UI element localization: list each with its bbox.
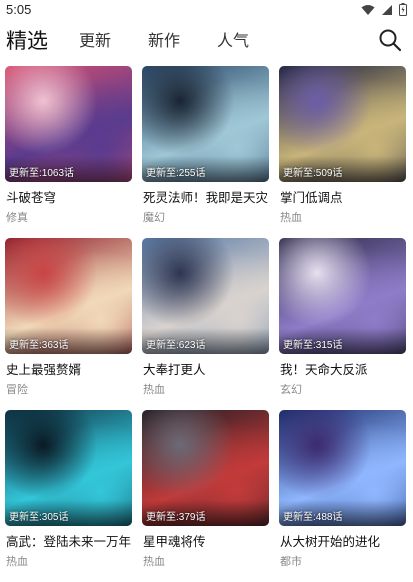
update-badge: 更新至:379话 (146, 512, 206, 523)
comic-genre: 热血 (143, 383, 165, 396)
search-icon[interactable] (378, 28, 402, 52)
comic-title[interactable]: 我！天命大反派 (280, 359, 368, 378)
comic-title[interactable]: 从大树开始的进化 (280, 531, 380, 550)
tab-updates[interactable]: 更新 (79, 27, 111, 51)
comic-cover[interactable]: 更新至:363话 (5, 238, 132, 354)
wifi-icon (361, 4, 375, 15)
update-badge: 更新至:488话 (283, 512, 343, 523)
tab-new[interactable]: 新作 (148, 27, 180, 51)
comic-card[interactable]: 更新至:379话星甲魂将传热血 (142, 410, 269, 576)
comic-genre: 玄幻 (280, 383, 302, 396)
update-badge: 更新至:623话 (146, 340, 206, 351)
comic-card[interactable]: 更新至:623话大奉打更人热血 (142, 238, 269, 404)
comic-title[interactable]: 史上最强赘婿 (6, 359, 81, 378)
comic-cover[interactable]: 更新至:305话 (5, 410, 132, 526)
update-badge: 更新至:363话 (9, 340, 69, 351)
update-badge: 更新至:509话 (283, 168, 343, 179)
comic-genre: 魔幻 (143, 211, 165, 224)
comic-title[interactable]: 大奉打更人 (143, 359, 206, 378)
comic-card[interactable]: 更新至:363话史上最强赘婿冒险 (5, 238, 132, 404)
status-icons (361, 3, 407, 16)
comic-title[interactable]: 高武：登陆未来一万年 (6, 531, 131, 550)
tab-featured[interactable]: 精选 (6, 25, 48, 55)
comic-cover[interactable]: 更新至:379话 (142, 410, 269, 526)
comic-title[interactable]: 掌门低调点 (280, 187, 343, 206)
comic-genre: 都市 (280, 555, 302, 568)
status-time: 5:05 (6, 2, 32, 17)
comic-cover[interactable]: 更新至:623话 (142, 238, 269, 354)
comic-genre: 热血 (280, 211, 302, 224)
comic-title[interactable]: 斗破苍穹 (6, 187, 56, 206)
tab-popular[interactable]: 人气 (217, 27, 249, 51)
comic-title[interactable]: 星甲魂将传 (143, 531, 206, 550)
comic-genre: 冒险 (6, 383, 28, 396)
top-nav: 精选 更新 新作 人气 (0, 22, 413, 62)
battery-icon (399, 3, 407, 16)
comic-card[interactable]: 更新至:305话高武：登陆未来一万年热血 (5, 410, 132, 576)
comic-genre: 热血 (6, 555, 28, 568)
update-badge: 更新至:305话 (9, 512, 69, 523)
comic-cover[interactable]: 更新至:255话 (142, 66, 269, 182)
comic-card[interactable]: 更新至:509话掌门低调点热血 (279, 66, 406, 232)
comic-card[interactable]: 更新至:315话我！天命大反派玄幻 (279, 238, 406, 404)
comic-cover[interactable]: 更新至:1063话 (5, 66, 132, 182)
comic-title[interactable]: 死灵法师！我即是天灾 (143, 187, 268, 206)
comic-genre: 修真 (6, 211, 28, 224)
comic-genre: 热血 (143, 555, 165, 568)
update-badge: 更新至:1063话 (9, 168, 75, 179)
comic-cover[interactable]: 更新至:315话 (279, 238, 406, 354)
comic-card[interactable]: 更新至:1063话斗破苍穹修真 (5, 66, 132, 232)
comic-card[interactable]: 更新至:255话死灵法师！我即是天灾魔幻 (142, 66, 269, 232)
comic-card[interactable]: 更新至:488话从大树开始的进化都市 (279, 410, 406, 576)
comic-cover[interactable]: 更新至:509话 (279, 66, 406, 182)
status-bar: 5:05 (0, 0, 413, 22)
signal-icon (382, 4, 392, 15)
update-badge: 更新至:315话 (283, 340, 343, 351)
comic-cover[interactable]: 更新至:488话 (279, 410, 406, 526)
update-badge: 更新至:255话 (146, 168, 206, 179)
